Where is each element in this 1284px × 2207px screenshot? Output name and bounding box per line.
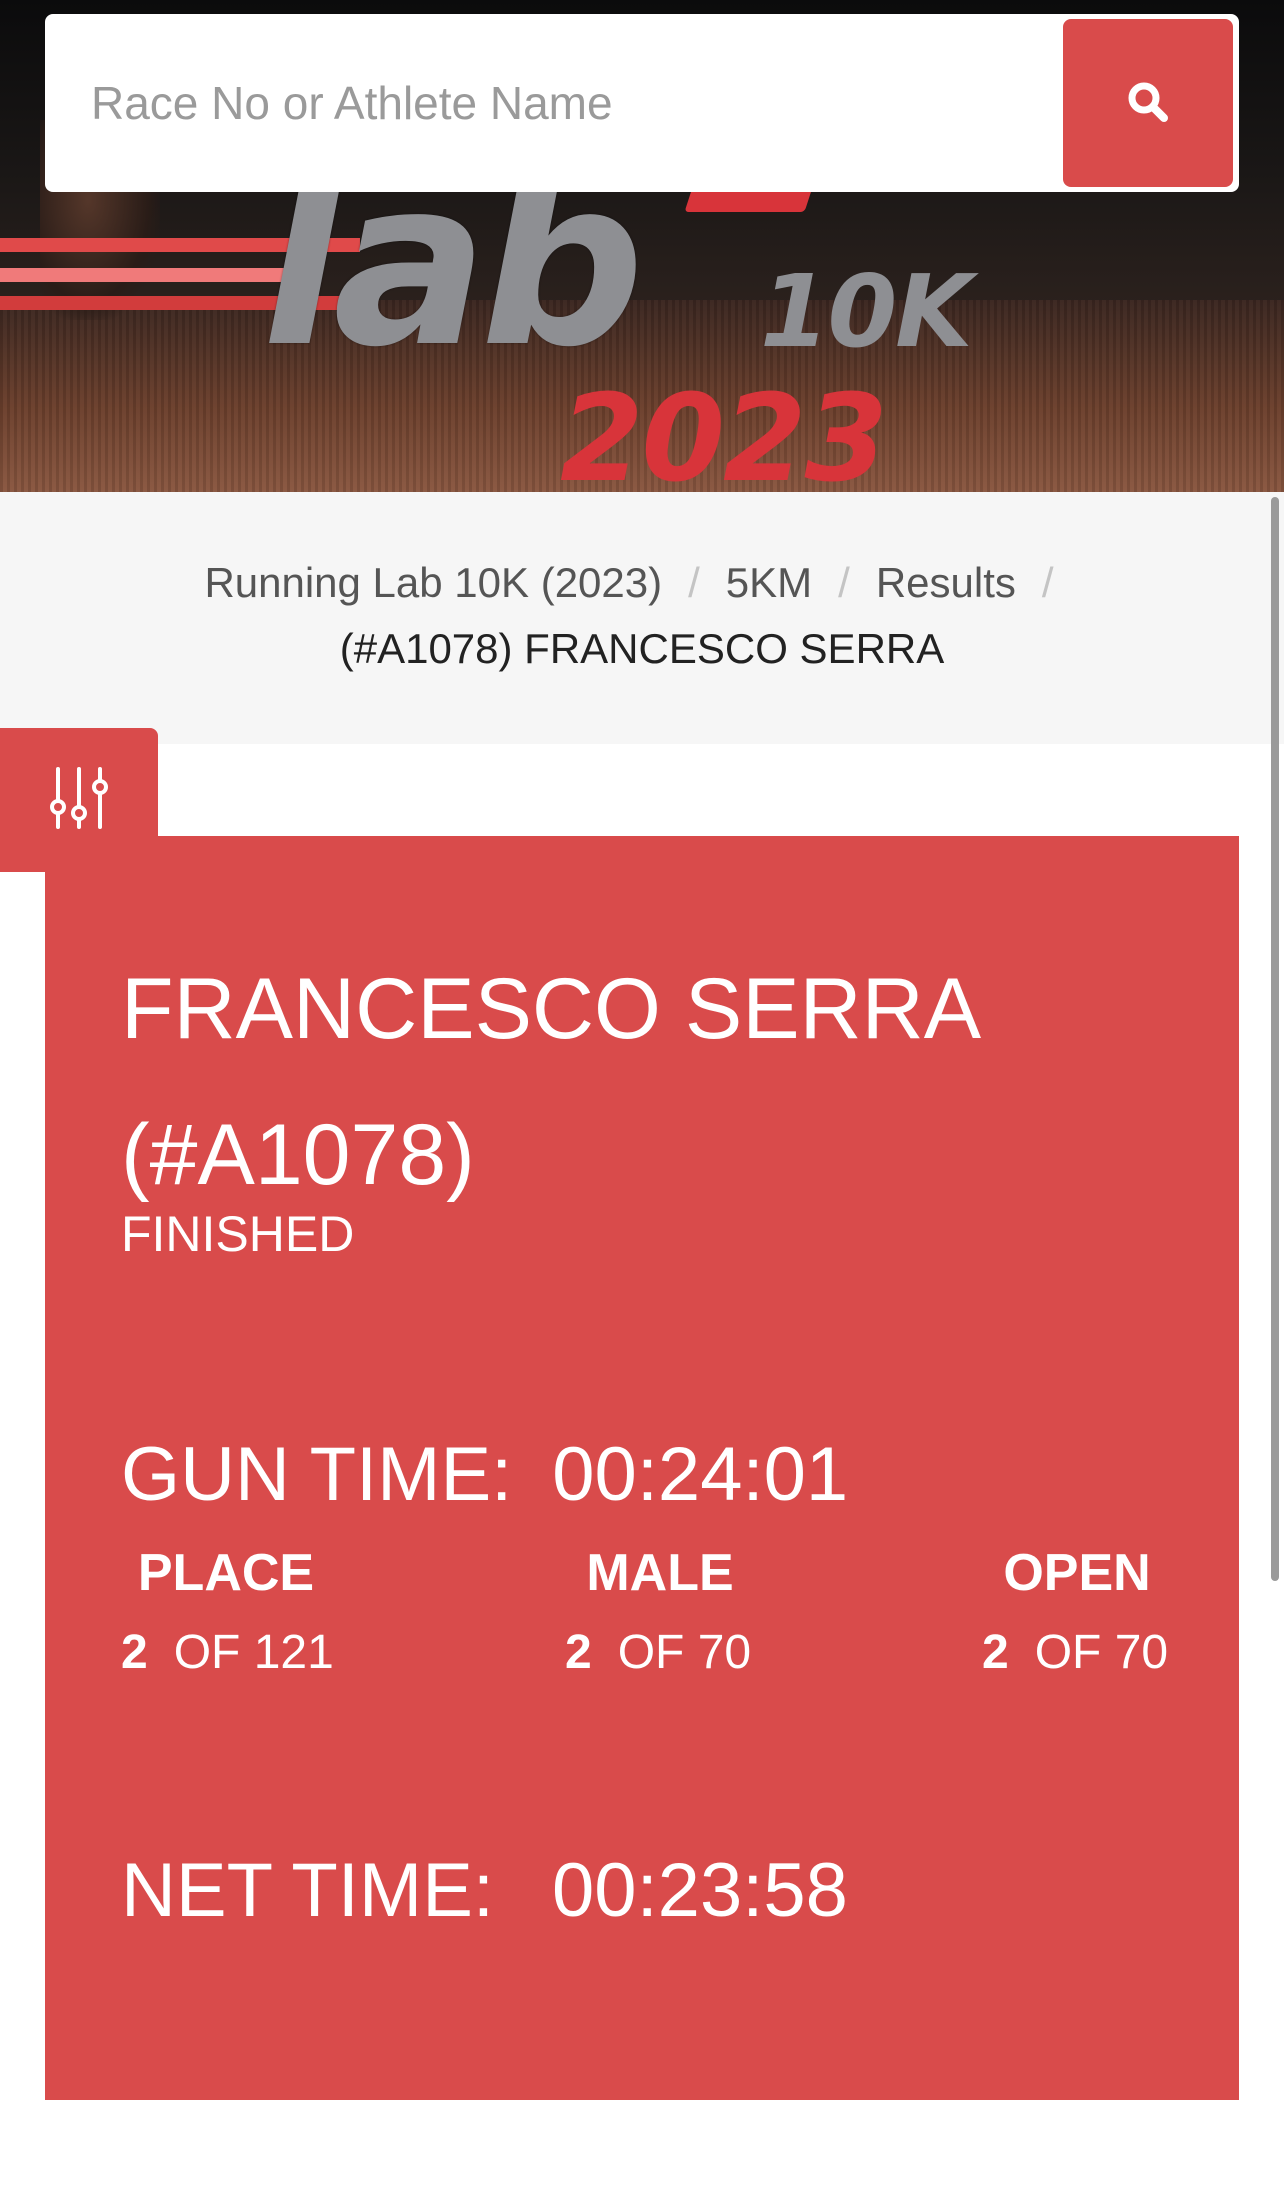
gun-time-row: GUN TIME: 00:24:01 (121, 1430, 848, 1520)
placing-rank-line: 2 OF 70 (565, 1624, 805, 1682)
placing-rank: 2 (565, 1626, 592, 1679)
placing-rank: 2 (121, 1626, 148, 1679)
placing-total: OF 121 (173, 1626, 334, 1679)
hero-logo-year: 2023 (560, 370, 888, 493)
net-time-row: NET TIME: 00:23:58 (121, 1846, 848, 1936)
athlete-heading: FRANCESCO SERRA (#A1078) (121, 936, 1181, 1228)
breadcrumb-row: Running Lab 10K (2023) / 5KM / Results / (0, 550, 1284, 616)
breadcrumb-current: (#A1078) FRANCESCO SERRA (339, 625, 945, 672)
breadcrumb-item-event[interactable]: Running Lab 10K (2023) (204, 559, 662, 606)
placing-total: OF 70 (617, 1626, 752, 1679)
sliders-icon (44, 763, 114, 837)
breadcrumb-separator: / (1041, 559, 1054, 606)
placing-total: OF 70 (1034, 1626, 1169, 1679)
breadcrumb-separator: / (688, 559, 700, 606)
breadcrumb-item-results[interactable]: Results (876, 559, 1016, 606)
gun-time-label: GUN TIME: (121, 1432, 513, 1517)
placing-rank-line: 2 OF 121 (121, 1624, 361, 1682)
result-card: FRANCESCO SERRA (#A1078) FINISHED GUN TI… (45, 836, 1239, 2100)
placing-category: OPEN 2 OF 70 (982, 1542, 1222, 1682)
placing-rank: 2 (982, 1626, 1009, 1679)
finish-status: FINISHED (121, 1206, 355, 1262)
hero-logo-distance: 10K (760, 253, 973, 370)
page-scrollbar[interactable] (1271, 497, 1279, 1581)
net-time-value: 00:23:58 (552, 1848, 848, 1933)
search-input[interactable] (45, 14, 1065, 192)
search-button[interactable] (1063, 19, 1233, 187)
breadcrumb-item-distance[interactable]: 5KM (726, 559, 812, 606)
breadcrumb-separator: / (838, 559, 850, 606)
placing-rank-line: 2 OF 70 (982, 1624, 1222, 1682)
breadcrumb: Running Lab 10K (2023) / 5KM / Results / (#A1… (0, 492, 1284, 744)
placing-label: MALE (586, 1544, 734, 1602)
net-time-label: NET TIME: (121, 1848, 495, 1933)
page: lab 10K 2023 Running Lab 10K (2023)/5KM/… (0, 0, 1284, 2207)
athlete-name: FRANCESCO SERRA (121, 961, 982, 1057)
placing-overall: PLACE 2 OF 121 (121, 1542, 361, 1682)
placing-label: PLACE (137, 1544, 315, 1602)
search-bar (45, 14, 1239, 192)
placing-label: OPEN (1003, 1544, 1151, 1602)
breadcrumb-list: Running Lab 10K (2023) / 5KM / Results / (#A1… (0, 550, 1284, 682)
search-icon (1125, 79, 1171, 128)
gun-time-value: 00:24:01 (552, 1432, 849, 1517)
placing-gender: MALE 2 OF 70 (565, 1542, 805, 1682)
